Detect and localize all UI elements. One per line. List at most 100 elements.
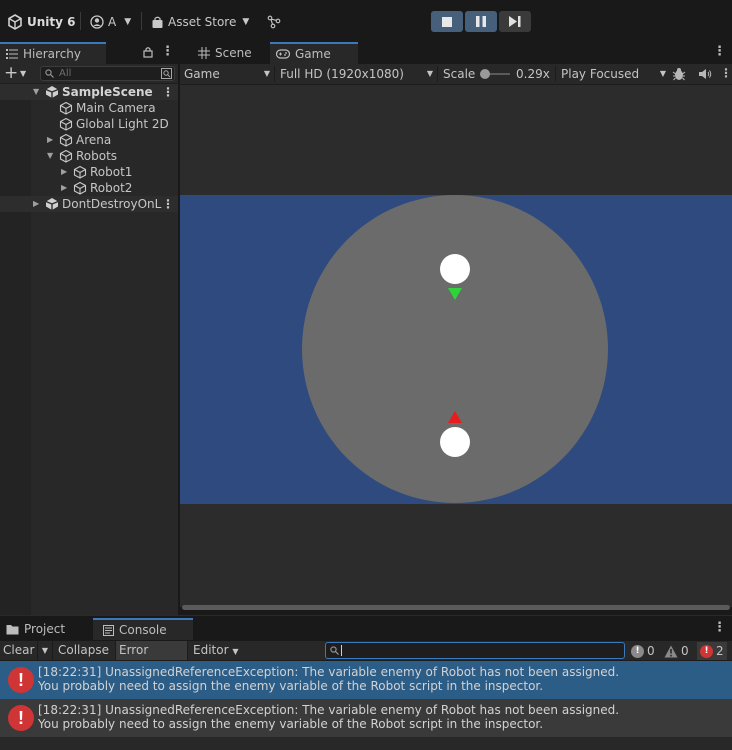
expand-arrow-icon[interactable]: ▼ [33,84,39,100]
step-icon [509,16,521,27]
hierarchy-item-label: Robot1 [90,165,133,179]
tab-console[interactable]: Console [93,618,193,640]
clear-options-chevron-icon[interactable]: ▼ [37,641,53,660]
asset-store-dropdown[interactable]: Asset Store ▼ [151,12,249,32]
warning-count: 0 [681,644,689,658]
log-message-line1: [18:22:31] UnassignedReferenceException:… [38,665,620,679]
asset-store-label: Asset Store [168,15,237,29]
info-count-toggle[interactable]: ! 0 [631,642,655,660]
play-mode-label: Play Focused [561,67,640,81]
editor-dropdown[interactable]: Editor ▼ [190,641,242,660]
search-icon [330,646,339,655]
hierarchy-search-input[interactable]: All [40,66,175,81]
list-icon [6,49,18,59]
step-button[interactable] [499,11,531,32]
hierarchy-item-main-camera[interactable]: Main Camera [0,100,178,116]
log-entry-selected[interactable]: ! [18:22:31] UnassignedReferenceExceptio… [0,661,732,699]
play-mode-dropdown[interactable]: Play Focused ▼ [561,64,666,84]
version-control-button[interactable] [267,12,281,32]
game-view-more-icon[interactable]: ⋮ [720,66,732,80]
warning-count-toggle[interactable]: 0 [664,642,689,660]
text-cursor [341,645,342,656]
bug-icon[interactable] [672,67,686,81]
resolution-dropdown[interactable]: Full HD (1920x1080) ▼ [280,64,435,84]
error-pause-button[interactable]: Error Pause [115,641,188,676]
info-count: 0 [647,644,655,658]
hierarchy-item-robot2[interactable]: ▶ Robot2 [0,180,178,196]
gameobject-cube-icon [59,117,73,131]
game-render [180,195,732,504]
search-filter-icon[interactable] [161,68,172,79]
expand-arrow-icon[interactable]: ▶ [61,180,67,196]
hierarchy-item-robot1[interactable]: ▶ Robot1 [0,164,178,180]
expand-arrow-icon[interactable]: ▼ [47,148,53,164]
gameobject-cube-icon [73,181,87,195]
gameobject-cube-icon [59,101,73,115]
gameobject-cube-icon [59,149,73,163]
hierarchy-item-robots[interactable]: ▼ Robots [0,148,178,164]
hierarchy-item-label: DontDestroyOnL [62,197,162,211]
tab-project[interactable]: Project [0,618,90,640]
hierarchy-item-arena[interactable]: ▶ Arena [0,132,178,148]
expand-arrow-icon[interactable]: ▶ [61,164,67,180]
console-search-input[interactable] [325,642,625,659]
hierarchy-item-dontdestroyonload[interactable]: ▶ DontDestroyOnL ⋮ [0,196,178,212]
tab-game[interactable]: Game [270,42,358,64]
tab-hierarchy[interactable]: Hierarchy [0,42,106,64]
tab-scene[interactable]: Scene [192,42,266,64]
gamepad-icon [276,49,290,59]
resolution-label: Full HD (1920x1080) [280,67,404,81]
stop-button[interactable] [431,11,463,32]
app-title: Unity 6 [27,15,76,29]
add-icon[interactable]: + [4,64,18,83]
account-icon [90,15,104,29]
chevron-down-icon: ▼ [426,69,433,78]
hierarchy-item-global-light[interactable]: Global Light 2D [0,116,178,132]
collapse-button[interactable]: Collapse [55,641,115,660]
display-dropdown[interactable]: Game ▼ [184,64,274,84]
console-menu-icon[interactable]: ⋮ [713,620,726,635]
audio-icon[interactable] [698,68,712,80]
account-dropdown[interactable]: A ▼ [90,12,131,32]
console-icon [103,624,114,636]
gameobject-cube-icon [59,133,73,147]
pause-icon [476,16,486,27]
chevron-down-icon: ▼ [263,69,270,78]
info-icon: ! [631,644,644,658]
warning-icon [664,645,678,657]
stop-icon [442,16,452,27]
more-options-icon[interactable]: ⋮ [162,196,174,212]
view-menu-icon[interactable]: ⋮ [713,44,726,59]
expand-arrow-icon[interactable]: ▶ [33,196,39,212]
hierarchy-item-samplescene[interactable]: ▼ SampleScene ⋮ [0,84,178,100]
hierarchy-menu-icon[interactable]: ⋮ [161,44,174,59]
unity-menu[interactable]: Unity 6 [7,12,76,32]
tab-project-label: Project [24,622,66,636]
shopping-bag-icon [152,16,163,28]
pause-button[interactable] [465,11,497,32]
robot2-body [440,427,470,457]
chevron-down-icon[interactable]: ▼ [20,69,26,78]
more-options-icon[interactable]: ⋮ [162,84,174,100]
chevron-down-icon: ▼ [242,17,250,27]
log-entry[interactable]: ! [18:22:31] UnassignedReferenceExceptio… [0,699,732,737]
scale-slider-handle[interactable] [480,69,490,79]
grid-icon [198,47,210,59]
lock-icon[interactable] [143,46,153,61]
chevron-down-icon: ▼ [124,17,132,27]
folder-icon [6,624,19,634]
game-view-scrollbar[interactable] [182,605,730,610]
display-label: Game [184,67,220,81]
expand-arrow-icon[interactable]: ▶ [47,132,53,148]
console-toolbar: Clear ▼ Collapse Error Pause Editor ▼ ! … [0,641,732,676]
error-icon: ! [700,644,713,658]
error-icon: ! [8,667,34,693]
clear-button[interactable]: Clear [0,641,37,660]
version-control-icon [267,15,281,29]
game-view[interactable] [180,85,732,607]
hierarchy-item-label: Robots [76,149,118,163]
game-view-toolbar: Game ▼ Full HD (1920x1080) ▼ Scale 0.29x… [180,64,732,85]
error-count-toggle[interactable]: ! 2 [697,642,727,660]
scale-value: 0.29x [516,67,550,81]
hierarchy-item-label: Robot2 [90,181,133,195]
